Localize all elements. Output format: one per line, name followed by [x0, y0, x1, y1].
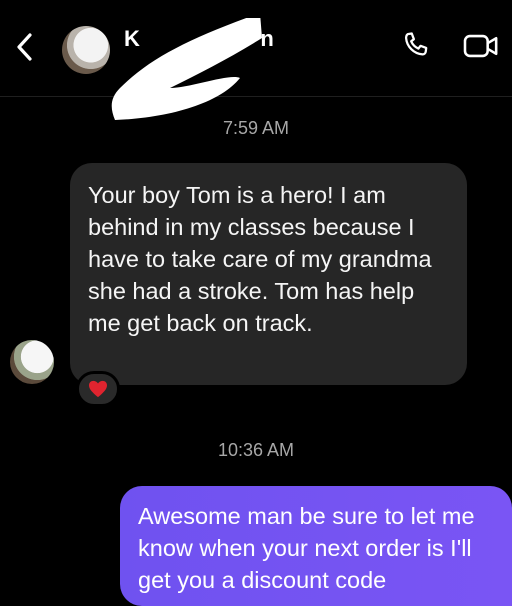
- back-button[interactable]: [10, 28, 38, 66]
- message-timestamp: 7:59 AM: [222, 118, 290, 138]
- outgoing-message-bubble[interactable]: Awesome man be sure to let me know when …: [120, 486, 512, 606]
- incoming-message-bubble[interactable]: Your boy Tom is a hero! I am behind in m…: [70, 163, 467, 385]
- video-call-button[interactable]: [462, 26, 502, 66]
- contact-avatar[interactable]: [62, 26, 110, 74]
- message-timestamp: 10:36 AM: [217, 440, 295, 460]
- chat-header: Kn: [0, 0, 512, 120]
- video-camera-icon: [463, 34, 498, 58]
- heart-reaction[interactable]: [76, 371, 120, 407]
- heart-icon: [89, 380, 107, 398]
- contact-name[interactable]: Kn: [111, 18, 274, 120]
- call-button[interactable]: [396, 26, 436, 66]
- chevron-left-icon: [17, 33, 32, 61]
- sender-avatar[interactable]: [10, 340, 54, 384]
- phone-icon: [404, 32, 428, 56]
